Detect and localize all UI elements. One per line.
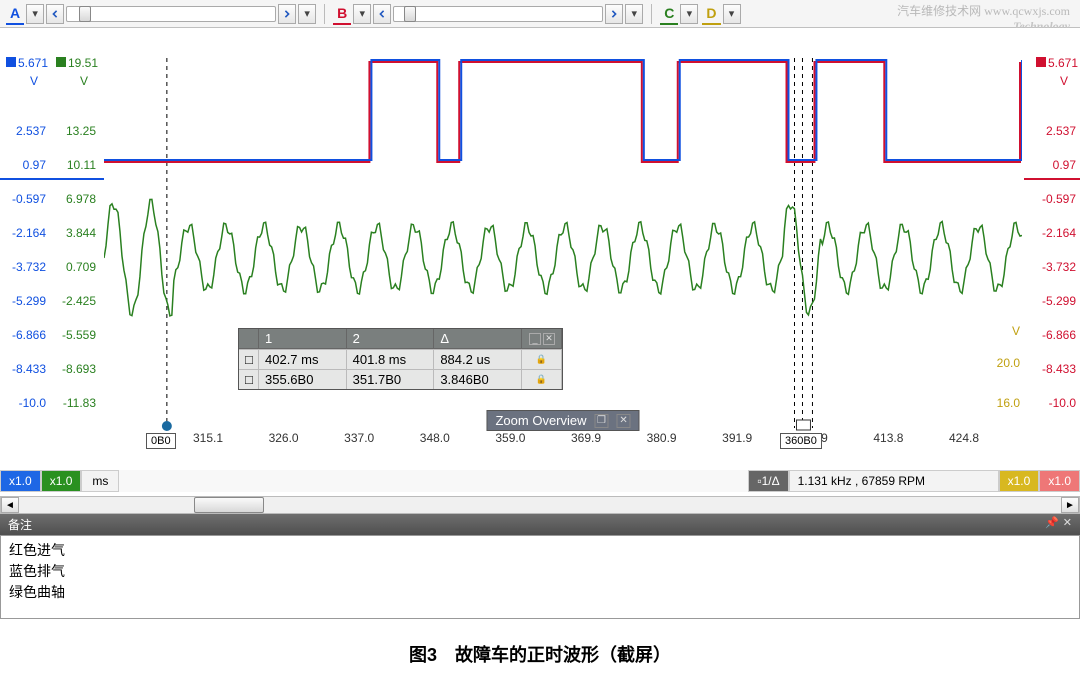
status-bar: x1.0 x1.0 ms ▫1/Δ 1.131 kHz , 67859 RPM … [0,470,1080,492]
lock-icon[interactable]: 🔒 [522,349,562,369]
table-row: □ 402.7 ms 401.8 ms 884.2 us 🔒 [239,349,562,369]
delta-readout: 1.131 kHz , 67859 RPM [789,470,999,492]
channel-B-label[interactable]: B [333,3,351,25]
scroll-right-icon[interactable]: ► [1061,497,1079,513]
notes-body[interactable]: 红色进气 蓝色排气 绿色曲轴 [0,535,1080,619]
notes-line: 绿色曲轴 [9,582,1071,603]
axis-A-left: 5.671 V 2.537 0.97 -0.597 -2.164 -3.732 … [2,28,48,433]
channel-toolbar: A ▾ ▾ B ▾ ▾ C ▾ D ▾ 汽车维修技术网 www.qcwxjs.c… [0,0,1080,28]
channel-B-more[interactable]: ▾ [625,4,643,24]
delta-label: ▫1/Δ [748,470,788,492]
zero-marker-D [1024,178,1080,180]
zoom-B[interactable]: x1.0 [41,470,82,492]
meas-col-1: 1 [259,329,347,348]
zoom-overview-bar[interactable]: Zoom Overview ❐ ✕ [486,410,639,431]
notes-line: 蓝色排气 [9,561,1071,582]
notes-close-icon[interactable]: ✕ [1063,516,1072,533]
table-row: □ 355.6B0 351.7B0 3.846B0 🔒 [239,369,562,389]
scroll-thumb[interactable] [194,497,264,513]
measurement-panel[interactable]: 1 2 Δ _✕ □ 402.7 ms 401.8 ms 884.2 us 🔒 … [238,328,563,390]
channel-C-group: C ▾ [660,3,698,25]
notes-line: 红色进气 [9,540,1071,561]
zoom-C[interactable]: x1.0 [999,470,1040,492]
cursor-1-tag[interactable]: 0B0 [146,433,176,449]
channel-A-label[interactable]: A [6,3,24,25]
channel-B-prev[interactable] [373,4,391,24]
channel-A-group: A ▾ ▾ [6,3,316,25]
axis-A-unit: V [30,74,38,88]
figure-caption: 图3 故障车的正时波形（截屏） [0,619,1080,677]
cursor-2-tag[interactable]: 360B0 [780,433,822,449]
zoom-restore-icon[interactable]: ❐ [595,414,609,428]
channel-D-dropdown[interactable]: ▾ [723,4,741,24]
axis-B-left: 19.51 V 13.25 10.11 6.978 3.844 0.709 -2… [52,28,98,433]
scroll-left-icon[interactable]: ◄ [1,497,19,513]
zoom-overview-label: Zoom Overview [495,413,586,428]
zoom-close-icon[interactable]: ✕ [617,414,631,428]
zoom-A[interactable]: x1.0 [0,470,41,492]
channel-A-more[interactable]: ▾ [298,4,316,24]
horizontal-scrollbar[interactable]: ◄ ► [0,496,1080,514]
meas-col-delta: Δ [434,329,522,348]
notes-pin-icon[interactable]: 📌 [1045,516,1059,533]
axis-D-right: 5.671 V 2.537 0.97 -0.597 -2.164 -3.732 … [1032,28,1078,433]
meas-close-icon[interactable]: ✕ [543,333,555,345]
channel-B-next[interactable] [605,4,623,24]
x-axis: 315.1 326.0 337.0 348.0 359.0 369.9 380.… [208,431,964,449]
meas-min-icon[interactable]: _ [529,333,541,345]
zero-marker-A [0,178,104,180]
lock-icon[interactable]: 🔒 [522,369,562,389]
x-unit: ms [81,470,119,492]
notes-title-text: 备注 [8,516,32,533]
channel-A-dropdown[interactable]: ▾ [26,4,44,24]
channel-B-dropdown[interactable]: ▾ [353,4,371,24]
waveform-chart: 5.671 V 2.537 0.97 -0.597 -2.164 -3.732 … [0,28,1080,448]
channel-C-label[interactable]: C [660,3,678,25]
channel-D-group: D ▾ [702,3,740,25]
channel-A-prev[interactable] [46,4,64,24]
meas-col-2: 2 [347,329,435,348]
channel-D-label[interactable]: D [702,3,720,25]
channel-C-dropdown[interactable]: ▾ [680,4,698,24]
axis-A-top: 5.671 [18,56,48,70]
channel-B-group: B ▾ ▾ [333,3,643,25]
zoom-D[interactable]: x1.0 [1039,470,1080,492]
channel-A-range-slider[interactable] [66,6,276,22]
channel-A-next[interactable] [278,4,296,24]
channel-B-range-slider[interactable] [393,6,603,22]
notes-titlebar[interactable]: 备注 📌✕ [0,514,1080,535]
